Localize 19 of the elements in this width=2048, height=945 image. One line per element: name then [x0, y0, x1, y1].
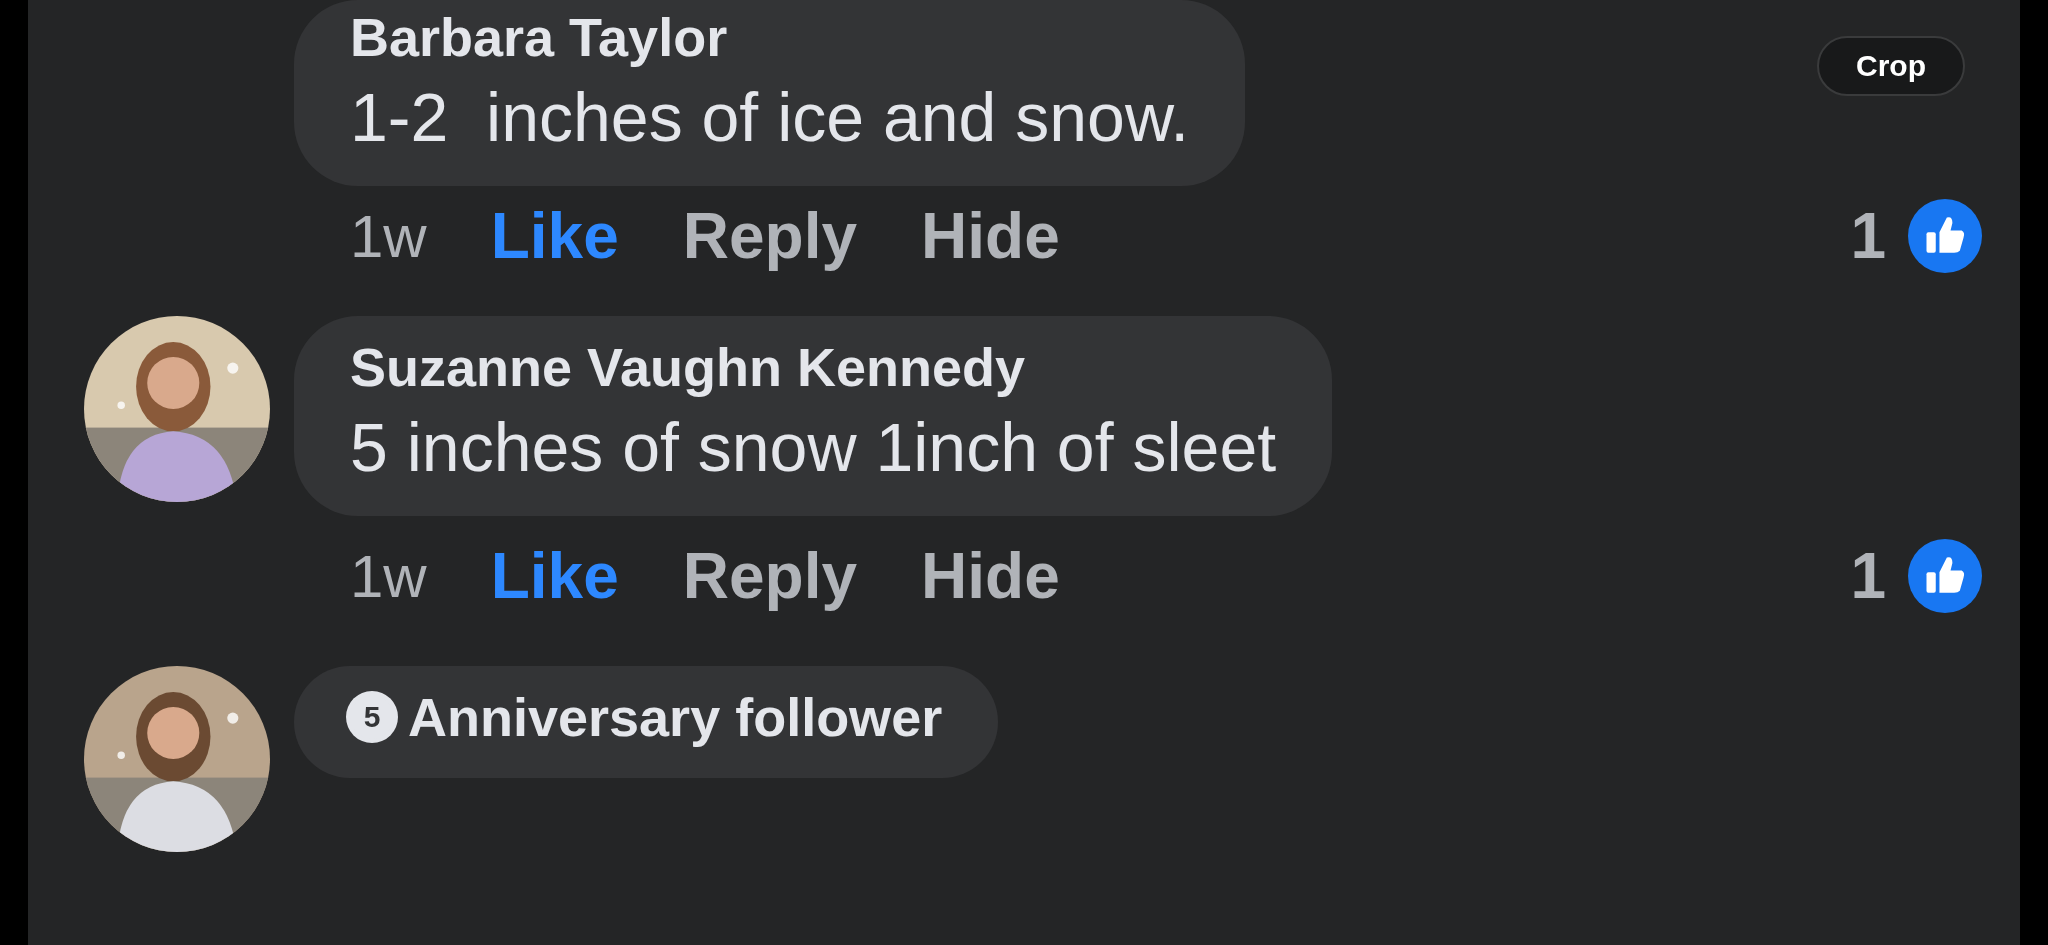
comment-author[interactable]: Barbara Taylor — [350, 4, 1190, 70]
like-button[interactable]: Like — [490, 199, 619, 273]
comment-time[interactable]: 1w — [350, 201, 427, 271]
comment-text: 5 inches of snow 1inch of sleet — [350, 408, 1277, 487]
like-button[interactable]: Like — [490, 539, 619, 613]
reply-button[interactable]: Reply — [682, 539, 858, 613]
like-icon — [1908, 199, 1982, 273]
comment-author[interactable]: Suzanne Vaughn Kennedy — [350, 334, 1277, 400]
reaction-count[interactable]: 1 — [1850, 539, 1886, 613]
reaction-count[interactable]: 1 — [1850, 199, 1886, 273]
comment-time[interactable]: 1w — [350, 541, 427, 611]
crop-button[interactable]: Crop — [1817, 36, 1965, 96]
hide-button[interactable]: Hide — [921, 199, 1060, 273]
like-icon — [1908, 539, 1982, 613]
badge-icon: 5 — [350, 695, 394, 739]
comment-text: 1-2 inches of ice and snow. — [350, 78, 1190, 157]
badge-label: Anniversary follower — [408, 686, 943, 749]
hide-button[interactable]: Hide — [921, 539, 1060, 613]
reply-button[interactable]: Reply — [682, 199, 858, 273]
